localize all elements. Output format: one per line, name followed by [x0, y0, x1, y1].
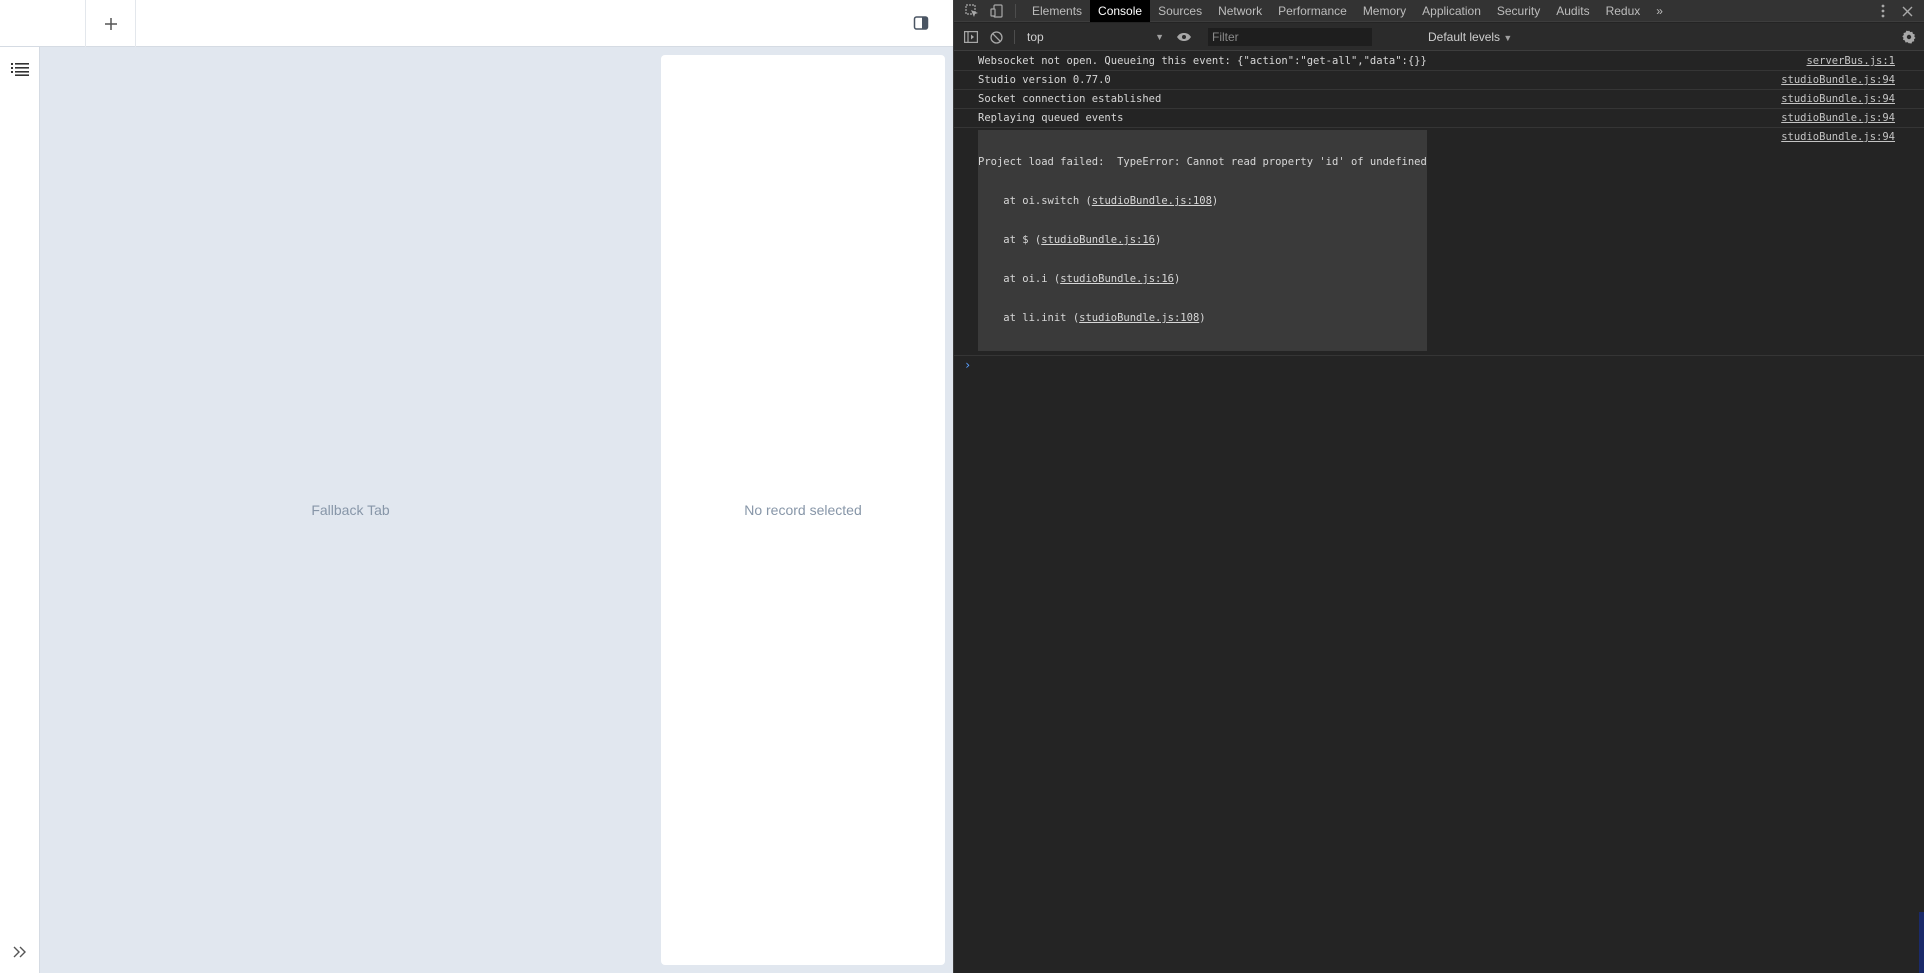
stack-frame: at li.init (studioBundle.js:108) — [978, 312, 1206, 324]
error-block: Project load failed: TypeError: Cannot r… — [978, 130, 1427, 351]
inspect-icon — [965, 4, 978, 17]
plus-icon — [104, 17, 117, 30]
device-icon — [990, 4, 1003, 18]
console-settings-button[interactable] — [1899, 27, 1919, 47]
message-text: Websocket not open. Queueing this event:… — [978, 55, 1427, 67]
toolbar-divider — [1015, 4, 1016, 18]
app-sidebar — [0, 47, 40, 973]
tab-security[interactable]: Security — [1489, 0, 1548, 22]
error-text: Project load failed: TypeError: Cannot r… — [978, 156, 1427, 168]
device-toolbar-button[interactable] — [988, 2, 1006, 20]
double-chevron-right-icon — [13, 946, 26, 958]
toolbar-divider — [1014, 30, 1015, 44]
kebab-menu-icon — [1881, 4, 1885, 18]
eye-icon — [1177, 33, 1191, 41]
console-message: Replaying queued events studioBundle.js:… — [954, 109, 1924, 128]
stack-frame-link[interactable]: studioBundle.js:108 — [1092, 195, 1212, 207]
console-prompt[interactable]: › — [954, 356, 1924, 376]
tab-sources[interactable]: Sources — [1150, 0, 1210, 22]
stack-frame-link[interactable]: studioBundle.js:16 — [1041, 234, 1155, 246]
more-tabs-button[interactable]: » — [1648, 0, 1671, 22]
message-source-link[interactable]: serverBus.js:1 — [1806, 54, 1895, 68]
message-text: Socket connection established — [978, 93, 1162, 105]
expand-sidebar-button[interactable] — [8, 940, 32, 964]
main-tab-area: Fallback Tab — [40, 47, 661, 973]
list-view-button[interactable] — [8, 57, 32, 81]
message-text: Replaying queued events — [978, 112, 1124, 124]
panel-toggle-icon — [913, 16, 929, 30]
tab-application[interactable]: Application — [1414, 0, 1489, 22]
stack-frame: at oi.switch (studioBundle.js:108) — [978, 195, 1219, 207]
add-tab-button[interactable] — [86, 0, 136, 47]
context-value: top — [1027, 30, 1044, 44]
clear-console-button[interactable] — [987, 28, 1005, 46]
devtools-tabbar: Elements Console Sources Network Perform… — [954, 0, 1924, 22]
devtools-panel: Elements Console Sources Network Perform… — [953, 0, 1924, 973]
log-levels-label: Default levels — [1428, 30, 1501, 44]
console-output: Websocket not open. Queueing this event:… — [954, 52, 1924, 973]
live-expression-button[interactable] — [1174, 28, 1194, 46]
block-icon — [989, 30, 1003, 44]
dropdown-arrow-icon: ▼ — [1503, 33, 1513, 43]
stack-frame: at $ (studioBundle.js:16) — [978, 234, 1162, 246]
show-sidebar-button[interactable] — [962, 28, 980, 46]
console-error-message: Project load failed: TypeError: Cannot r… — [954, 128, 1924, 356]
tab-network[interactable]: Network — [1210, 0, 1270, 22]
scrollbar-thumb[interactable] — [1919, 912, 1924, 973]
devtools-tabs: Elements Console Sources Network Perform… — [1024, 0, 1671, 22]
tab-performance[interactable]: Performance — [1270, 0, 1355, 22]
log-levels-dropdown[interactable]: Default levels ▼ — [1428, 28, 1512, 46]
prompt-chevron-icon: › — [964, 358, 972, 372]
panel-toggle-button[interactable] — [910, 12, 932, 34]
message-source-link[interactable]: studioBundle.js:94 — [1781, 73, 1895, 87]
inspect-element-button[interactable] — [963, 2, 981, 20]
gear-icon — [1902, 30, 1916, 44]
context-select[interactable]: top ▼ — [1027, 28, 1164, 46]
console-message: Studio version 0.77.0 studioBundle.js:94 — [954, 71, 1924, 90]
no-record-label: No record selected — [744, 502, 862, 518]
console-message: Socket connection established studioBund… — [954, 90, 1924, 109]
app-window: Fallback Tab No record selected — [0, 0, 953, 973]
tab-slot[interactable] — [0, 0, 86, 47]
message-text: Studio version 0.77.0 — [978, 74, 1111, 86]
close-devtools-button[interactable] — [1898, 2, 1916, 20]
console-toolbar: top ▼ Default levels ▼ — [954, 23, 1924, 51]
stack-frame-link[interactable]: studioBundle.js:16 — [1060, 273, 1174, 285]
filter-input[interactable] — [1208, 28, 1372, 46]
dropdown-arrow-icon: ▼ — [1155, 32, 1164, 42]
stack-frame: at oi.i (studioBundle.js:16) — [978, 273, 1181, 285]
tab-console[interactable]: Console — [1090, 0, 1151, 22]
record-panel: No record selected — [661, 55, 945, 965]
close-icon — [1902, 6, 1912, 16]
tab-memory[interactable]: Memory — [1355, 0, 1414, 22]
customize-devtools-button[interactable] — [1874, 2, 1892, 20]
message-source-link[interactable]: studioBundle.js:94 — [1781, 111, 1895, 125]
sidebar-toggle-icon — [964, 31, 978, 43]
console-message: Websocket not open. Queueing this event:… — [954, 52, 1924, 71]
stack-frame-link[interactable]: studioBundle.js:108 — [1079, 312, 1199, 324]
message-source-link[interactable]: studioBundle.js:94 — [1781, 130, 1895, 144]
list-icon — [11, 63, 29, 76]
tab-redux[interactable]: Redux — [1598, 0, 1649, 22]
app-topbar — [0, 0, 953, 47]
tab-elements[interactable]: Elements — [1024, 0, 1090, 22]
tab-audits[interactable]: Audits — [1548, 0, 1597, 22]
message-source-link[interactable]: studioBundle.js:94 — [1781, 92, 1895, 106]
fallback-tab-label: Fallback Tab — [311, 502, 390, 518]
